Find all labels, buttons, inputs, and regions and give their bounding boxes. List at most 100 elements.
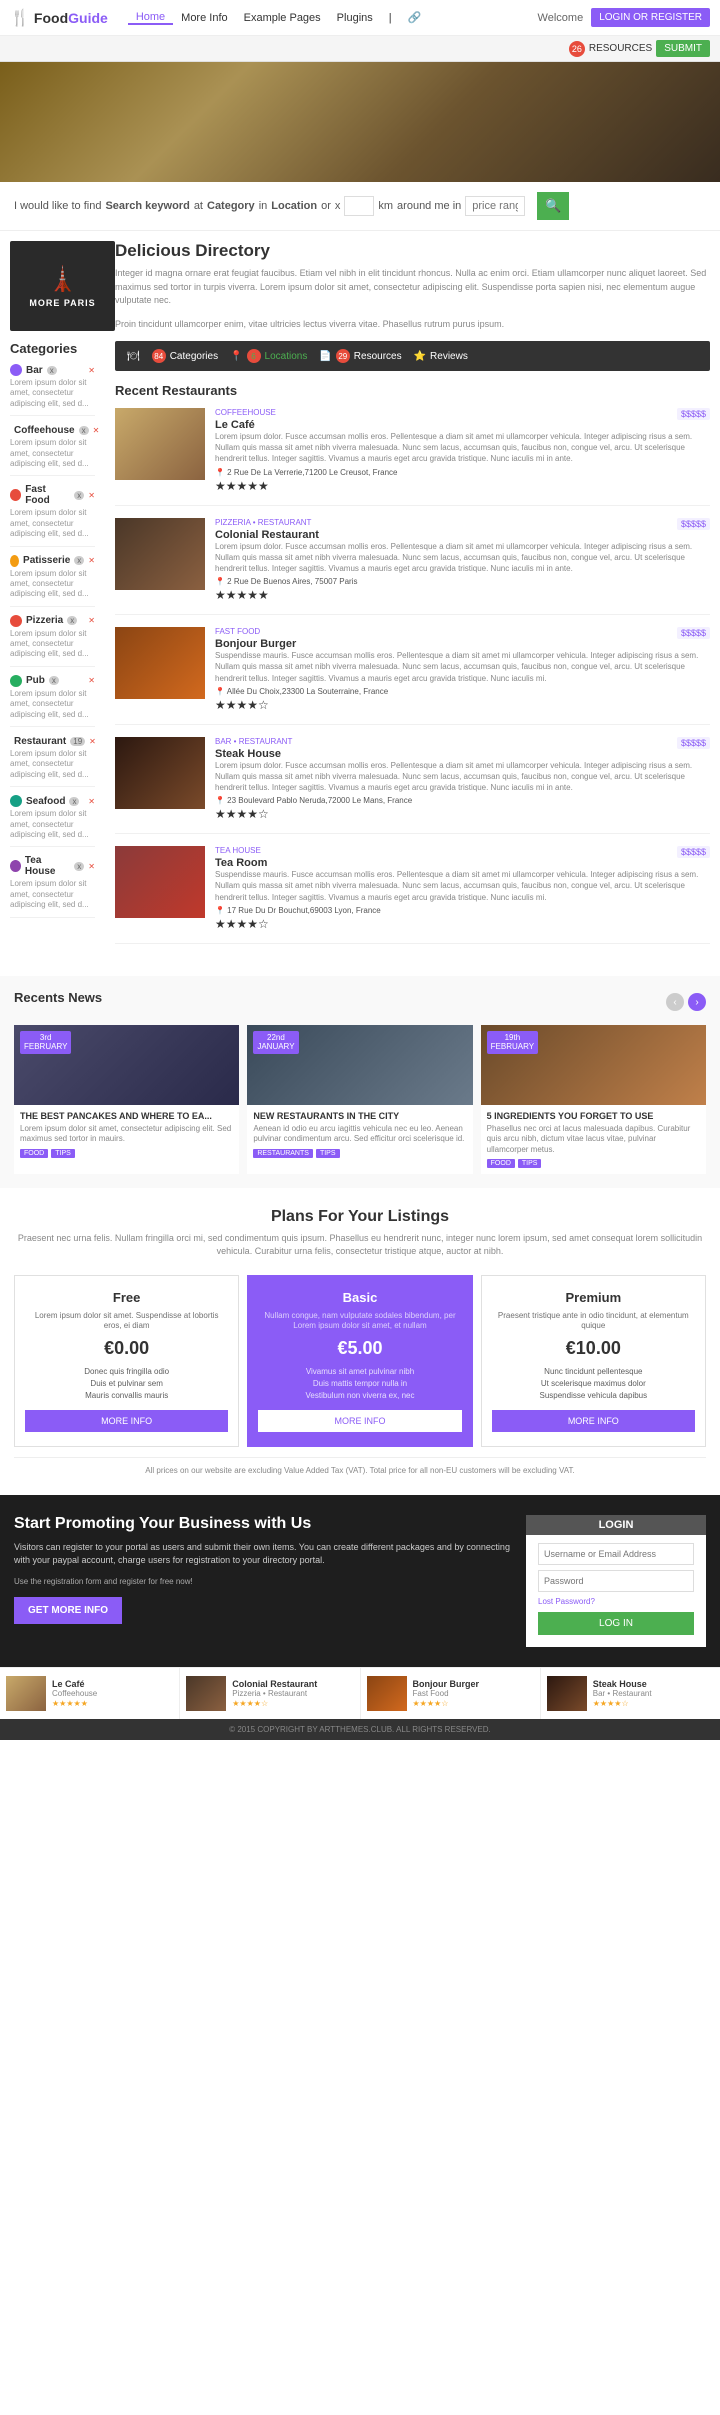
category-coffeehouse[interactable]: Coffeehouse x ✕ Lorem ipsum dolor sit am… <box>10 424 95 476</box>
search-button[interactable]: 🔍 <box>537 192 569 220</box>
news-grid: 3rdFEBRUARY THE BEST PANCAKES AND WHERE … <box>14 1025 706 1174</box>
news-next-button[interactable]: › <box>688 993 706 1011</box>
steak-address: 📍 23 Boulevard Pablo Neruda,72000 Le Man… <box>215 796 710 805</box>
category-restaurant[interactable]: Restaurant 19 ✕ Lorem ipsum dolor sit am… <box>10 735 95 787</box>
login-username-input[interactable] <box>538 1543 694 1565</box>
footer-colonial-image <box>186 1676 226 1711</box>
plan-free-price: €0.00 <box>25 1338 228 1359</box>
copyright: © 2015 COPYRIGHT BY ARTTHEMES.CLUB. ALL … <box>0 1719 720 1740</box>
cat-fast-name: Fast Food <box>25 484 70 506</box>
category-seafood[interactable]: Seafood x ✕ Lorem ipsum dolor sit amet, … <box>10 795 95 847</box>
cat-restaurant-close[interactable]: ✕ <box>89 737 96 746</box>
category-bar[interactable]: Bar x ✕ Lorem ipsum dolor sit amet, cons… <box>10 364 95 416</box>
footer-card-colonial[interactable]: Colonial Restaurant Pizzeria • Restauran… <box>180 1668 360 1719</box>
right-content: Delicious Directory Integer id magna orn… <box>105 231 720 966</box>
nav-right: Welcome LOGIN OR REGISTER <box>538 8 710 27</box>
colonial-address: 📍 2 Rue De Buenos Aires, 75007 Paris <box>215 577 710 586</box>
colonial-name: Colonial Restaurant <box>215 529 319 541</box>
footer-steak-name: Steak House <box>593 1679 714 1689</box>
plan-basic-feature2: Duis mattis tempor nulla in <box>258 1379 461 1388</box>
plan-basic-feature1: Vivamus sit amet pulvinar nibh <box>258 1367 461 1376</box>
footer-cards: Le Café Coffeehouse ★★★★★ Colonial Resta… <box>0 1667 720 1719</box>
nav-examples[interactable]: Example Pages <box>236 12 329 24</box>
search-location-link[interactable]: Location <box>271 200 317 212</box>
category-pizzeria[interactable]: Pizzeria x ✕ Lorem ipsum dolor sit amet,… <box>10 615 95 667</box>
stat-resources[interactable]: 📄 29 Resources <box>319 349 401 363</box>
news-2-image: 22ndJANUARY <box>247 1025 472 1105</box>
tea-name: Tea Room <box>215 857 267 869</box>
login-password-input[interactable] <box>538 1570 694 1592</box>
cat-pub-close[interactable]: ✕ <box>88 676 95 685</box>
restaurant-burger-info: FAST FOOD Bonjour Burger $$$$$ Suspendis… <box>215 627 710 712</box>
cat-coffee-close[interactable]: ✕ <box>93 426 100 435</box>
restaurant-le-cafe-info: COFFEEHOUSE Le Café $$$$$ Lorem ipsum do… <box>215 408 710 493</box>
footer-card-steak[interactable]: Steak House Bar • Restaurant ★★★★☆ <box>541 1668 720 1719</box>
category-teahouse[interactable]: Tea House x ✕ Lorem ipsum dolor sit amet… <box>10 855 95 917</box>
search-km-label: km <box>378 200 393 212</box>
cat-tea-close[interactable]: ✕ <box>88 862 95 871</box>
featured-box[interactable]: 🗼 MORE PARIS <box>10 241 115 331</box>
nav-share-icon[interactable]: 🔗 <box>400 11 430 24</box>
cat-patisserie-count: x <box>74 556 84 565</box>
cat-bar-count: x <box>47 366 57 375</box>
cat-pizzeria-close[interactable]: ✕ <box>88 616 95 625</box>
stat-locations[interactable]: 📍 6 Locations <box>230 349 307 363</box>
plan-free-feature2: Duis et pulvinar sem <box>25 1379 228 1388</box>
category-pub[interactable]: Pub x ✕ Lorem ipsum dolor sit amet, cons… <box>10 675 95 727</box>
submit-button[interactable]: SUBMIT <box>656 40 710 57</box>
news-2-title: NEW RESTAURANTS IN THE CITY <box>253 1111 466 1121</box>
promote-getinfo-button[interactable]: GET MORE INFO <box>14 1597 122 1624</box>
news-card-2[interactable]: 22ndJANUARY NEW RESTAURANTS IN THE CITY … <box>247 1025 472 1174</box>
tea-stars: ★★★★☆ <box>215 917 710 931</box>
restaurant-burger[interactable]: FAST FOOD Bonjour Burger $$$$$ Suspendis… <box>115 627 710 725</box>
plan-free-button[interactable]: MORE INFO <box>25 1410 228 1432</box>
news-prev-button[interactable]: ‹ <box>666 993 684 1011</box>
nav-plugins[interactable]: Plugins <box>329 12 381 24</box>
tea-desc: Suspendisse mauris. Fusce accumsan molli… <box>215 869 710 903</box>
news-card-1[interactable]: 3rdFEBRUARY THE BEST PANCAKES AND WHERE … <box>14 1025 239 1174</box>
cat-bar-close[interactable]: ✕ <box>88 366 95 375</box>
colonial-stars: ★★★★★ <box>215 588 710 602</box>
restaurant-le-cafe[interactable]: COFFEEHOUSE Le Café $$$$$ Lorem ipsum do… <box>115 408 710 506</box>
search-km-input[interactable] <box>344 196 374 216</box>
footer-lecafe-stars: ★★★★★ <box>52 1699 173 1708</box>
resources-badge: 26 <box>569 41 585 57</box>
login-panel: LOGIN Lost Password? LOG IN <box>526 1515 706 1647</box>
news-section: Recents News ‹ › 3rdFEBRUARY THE BEST PA… <box>0 976 720 1188</box>
login-register-button[interactable]: LOGIN OR REGISTER <box>591 8 710 27</box>
footer-card-lecafe[interactable]: Le Café Coffeehouse ★★★★★ <box>0 1668 180 1719</box>
search-around: around me in <box>397 200 461 212</box>
cat-patisserie-close[interactable]: ✕ <box>88 556 95 565</box>
restaurant-tea[interactable]: TEA HOUSE Tea Room $$$$$ Suspendisse mau… <box>115 846 710 944</box>
search-price-input[interactable] <box>465 196 525 216</box>
restaurant-colonial[interactable]: PIZZERIA • RESTAURANT Colonial Restauran… <box>115 518 710 616</box>
plan-premium-button[interactable]: MORE INFO <box>492 1410 695 1432</box>
stat-reviews[interactable]: ⭐ Reviews <box>414 351 468 362</box>
search-or: or <box>321 200 331 212</box>
plan-basic: Basic Nullam congue, nam vulputate sodal… <box>247 1275 472 1447</box>
plan-basic-button[interactable]: MORE INFO <box>258 1410 461 1432</box>
category-patisserie[interactable]: Patisserie x ✕ Lorem ipsum dolor sit ame… <box>10 555 95 607</box>
restaurant-steak[interactable]: BAR • RESTAURANT Steak House $$$$$ Lorem… <box>115 737 710 835</box>
cat-seafood-close[interactable]: ✕ <box>88 797 95 806</box>
news-card-3[interactable]: 19thFEBRUARY 5 INGREDIENTS YOU FORGET TO… <box>481 1025 706 1174</box>
nav-moreinfo[interactable]: More Info <box>173 12 235 24</box>
news-2-tags: RESTAURANTS TIPS <box>253 1149 466 1158</box>
news-2-tag-tips: TIPS <box>316 1149 340 1158</box>
cat-pub-name: Pub <box>26 675 45 686</box>
footer-card-burger[interactable]: Bonjour Burger Fast Food ★★★★☆ <box>361 1668 541 1719</box>
login-button[interactable]: LOG IN <box>538 1612 694 1635</box>
search-keyword-link[interactable]: Search keyword <box>105 200 189 212</box>
search-category-link[interactable]: Category <box>207 200 255 212</box>
category-fastfood[interactable]: Fast Food x ✕ Lorem ipsum dolor sit amet… <box>10 484 95 546</box>
nav-home[interactable]: Home <box>128 11 173 25</box>
login-forgot-link[interactable]: Lost Password? <box>538 1597 694 1606</box>
location-icon: 📍 <box>230 351 242 362</box>
plan-premium-feature2: Ut scelerisque maximus dolor <box>492 1379 695 1388</box>
cat-fast-close[interactable]: ✕ <box>88 491 95 500</box>
search-at: at <box>194 200 203 212</box>
footer-steak-info: Steak House Bar • Restaurant ★★★★☆ <box>593 1679 714 1708</box>
cat-tea-desc: Lorem ipsum dolor sit amet, consectetur … <box>10 879 95 910</box>
stat-categories[interactable]: 84 Categories <box>152 349 218 363</box>
promote-note: Use the registration form and register f… <box>14 1576 512 1587</box>
